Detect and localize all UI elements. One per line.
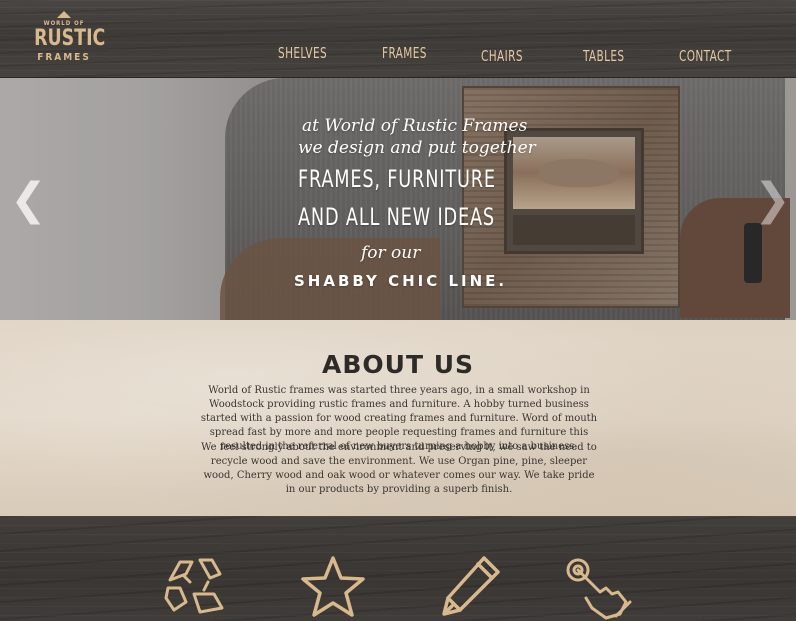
pencil-icon[interactable] — [436, 552, 504, 621]
logo-sub-text: FRAMES — [37, 52, 91, 63]
hero-line-6: SHABBY CHIC LINE. — [294, 272, 508, 290]
star-icon[interactable] — [298, 554, 368, 621]
nav-shelves[interactable]: SHELVES — [278, 44, 327, 64]
nav-frames[interactable]: FRAMES — [382, 44, 427, 64]
features-section — [0, 516, 796, 621]
about-title: ABOUT US — [321, 350, 475, 379]
recycle-icon[interactable] — [160, 552, 230, 621]
slider-prev-icon[interactable]: ❮ — [10, 176, 47, 224]
hero-line-2: we design and put together — [298, 138, 536, 158]
site-logo[interactable]: WORLD OF RUSTIC FRAMES — [30, 10, 106, 68]
nav-chairs[interactable]: CHAIRS — [481, 47, 523, 67]
site-header: WORLD OF RUSTIC FRAMES SHELVES FRAMES CH… — [0, 0, 796, 78]
about-paragraph-2: We feel strongly about the environment a… — [201, 442, 597, 495]
nav-contact[interactable]: CONTACT — [679, 47, 732, 67]
slider-next-icon[interactable]: ❯ — [754, 176, 791, 224]
hero-line-5: for our — [361, 243, 421, 263]
touch-hand-icon[interactable] — [560, 554, 638, 621]
hero-line-4: AND ALL NEW IDEAS — [298, 203, 495, 231]
hero-line-1: at World of Rustic Frames — [302, 116, 528, 136]
logo-roof-icon — [57, 11, 71, 18]
nav-tables[interactable]: TABLES — [583, 47, 624, 67]
hero-line-3: FRAMES, FURNITURE — [298, 165, 496, 193]
logo-main-text: RUSTIC — [34, 26, 106, 51]
about-section: ABOUT US World of Rustic frames was star… — [0, 320, 796, 516]
